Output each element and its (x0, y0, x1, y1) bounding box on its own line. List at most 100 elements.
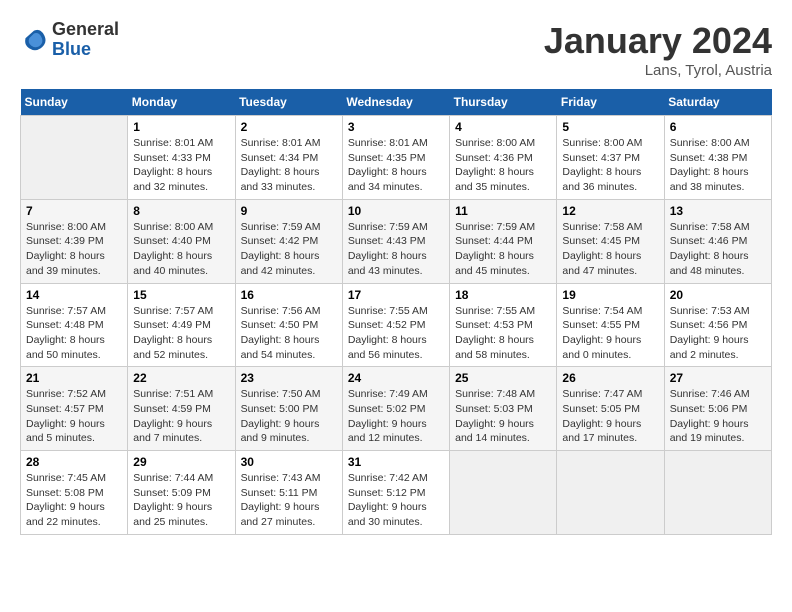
calendar-cell: 17 Sunrise: 7:55 AM Sunset: 4:52 PM Dayli… (342, 283, 449, 367)
day-number: 19 (562, 288, 658, 302)
logo-text: General Blue (52, 20, 119, 60)
day-info: Sunrise: 7:53 AM Sunset: 4:56 PM Dayligh… (670, 304, 766, 363)
header-row: SundayMondayTuesdayWednesdayThursdayFrid… (21, 89, 772, 116)
calendar-cell: 25 Sunrise: 7:48 AM Sunset: 5:03 PM Dayli… (450, 367, 557, 451)
calendar-cell (557, 451, 664, 535)
day-number: 20 (670, 288, 766, 302)
day-number: 21 (26, 371, 122, 385)
calendar-cell: 28Sunrise: 7:45 AM Sunset: 5:08 PM Dayli… (21, 451, 128, 535)
logo: General Blue (20, 20, 119, 60)
calendar-header: SundayMondayTuesdayWednesdayThursdayFrid… (21, 89, 772, 116)
calendar-cell: 31 Sunrise: 7:42 AM Sunset: 5:12 PM Dayli… (342, 451, 449, 535)
header-cell-friday: Friday (557, 89, 664, 116)
day-info: Sunrise: 8:00 AM Sunset: 4:38 PM Dayligh… (670, 136, 766, 195)
calendar-cell: 5 Sunrise: 8:00 AM Sunset: 4:37 PM Daylig… (557, 116, 664, 200)
location: Lans, Tyrol, Austria (544, 62, 772, 79)
day-info: Sunrise: 7:54 AM Sunset: 4:55 PM Dayligh… (562, 304, 658, 363)
calendar-cell: 4 Sunrise: 8:00 AM Sunset: 4:36 PM Daylig… (450, 116, 557, 200)
day-number: 28 (26, 455, 122, 469)
calendar-cell: 23 Sunrise: 7:50 AM Sunset: 5:00 PM Dayli… (235, 367, 342, 451)
header-cell-wednesday: Wednesday (342, 89, 449, 116)
day-number: 16 (241, 288, 337, 302)
title-block: January 2024 Lans, Tyrol, Austria (544, 20, 772, 79)
calendar-cell (21, 116, 128, 200)
day-info: Sunrise: 7:59 AM Sunset: 4:44 PM Dayligh… (455, 220, 551, 279)
header-cell-saturday: Saturday (664, 89, 771, 116)
calendar-cell: 8Sunrise: 8:00 AM Sunset: 4:40 PM Daylig… (128, 199, 235, 283)
logo-general: General (52, 20, 119, 40)
calendar-body: 1Sunrise: 8:01 AM Sunset: 4:33 PM Daylig… (21, 116, 772, 535)
calendar-cell: 22Sunrise: 7:51 AM Sunset: 4:59 PM Dayli… (128, 367, 235, 451)
day-number: 23 (241, 371, 337, 385)
calendar-table: SundayMondayTuesdayWednesdayThursdayFrid… (20, 89, 772, 535)
logo-blue: Blue (52, 40, 119, 60)
calendar-cell: 9 Sunrise: 7:59 AM Sunset: 4:42 PM Daylig… (235, 199, 342, 283)
day-number: 7 (26, 204, 122, 218)
calendar-cell: 21 Sunrise: 7:52 AM Sunset: 4:57 PM Dayli… (21, 367, 128, 451)
calendar-cell: 19 Sunrise: 7:54 AM Sunset: 4:55 PM Dayli… (557, 283, 664, 367)
day-info: Sunrise: 7:46 AM Sunset: 5:06 PM Dayligh… (670, 387, 766, 446)
day-info: Sunrise: 7:59 AM Sunset: 4:42 PM Dayligh… (241, 220, 337, 279)
day-info: Sunrise: 7:58 AM Sunset: 4:45 PM Dayligh… (562, 220, 658, 279)
day-number: 17 (348, 288, 444, 302)
logo-icon (20, 26, 48, 54)
day-number: 4 (455, 120, 551, 134)
calendar-cell: 2 Sunrise: 8:01 AM Sunset: 4:34 PM Daylig… (235, 116, 342, 200)
day-number: 29 (133, 455, 229, 469)
calendar-cell: 15Sunrise: 7:57 AM Sunset: 4:49 PM Dayli… (128, 283, 235, 367)
day-number: 14 (26, 288, 122, 302)
day-info: Sunrise: 7:55 AM Sunset: 4:52 PM Dayligh… (348, 304, 444, 363)
calendar-cell: 18Sunrise: 7:55 AM Sunset: 4:53 PM Dayli… (450, 283, 557, 367)
calendar-cell (450, 451, 557, 535)
day-info: Sunrise: 7:50 AM Sunset: 5:00 PM Dayligh… (241, 387, 337, 446)
header-cell-thursday: Thursday (450, 89, 557, 116)
calendar-week-5: 28Sunrise: 7:45 AM Sunset: 5:08 PM Dayli… (21, 451, 772, 535)
day-number: 11 (455, 204, 551, 218)
calendar-cell: 14 Sunrise: 7:57 AM Sunset: 4:48 PM Dayli… (21, 283, 128, 367)
day-info: Sunrise: 8:01 AM Sunset: 4:35 PM Dayligh… (348, 136, 444, 195)
day-info: Sunrise: 7:51 AM Sunset: 4:59 PM Dayligh… (133, 387, 229, 446)
calendar-cell: 29 Sunrise: 7:44 AM Sunset: 5:09 PM Dayli… (128, 451, 235, 535)
day-info: Sunrise: 7:57 AM Sunset: 4:48 PM Dayligh… (26, 304, 122, 363)
day-number: 25 (455, 371, 551, 385)
calendar-week-4: 21 Sunrise: 7:52 AM Sunset: 4:57 PM Dayli… (21, 367, 772, 451)
day-number: 13 (670, 204, 766, 218)
day-number: 26 (562, 371, 658, 385)
header-cell-monday: Monday (128, 89, 235, 116)
day-info: Sunrise: 8:01 AM Sunset: 4:33 PM Dayligh… (133, 136, 229, 195)
calendar-cell: 10Sunrise: 7:59 AM Sunset: 4:43 PM Dayli… (342, 199, 449, 283)
calendar-cell: 6 Sunrise: 8:00 AM Sunset: 4:38 PM Daylig… (664, 116, 771, 200)
calendar-cell: 16Sunrise: 7:56 AM Sunset: 4:50 PM Dayli… (235, 283, 342, 367)
day-info: Sunrise: 8:01 AM Sunset: 4:34 PM Dayligh… (241, 136, 337, 195)
calendar-cell: 20 Sunrise: 7:53 AM Sunset: 4:56 PM Dayli… (664, 283, 771, 367)
day-number: 6 (670, 120, 766, 134)
day-info: Sunrise: 8:00 AM Sunset: 4:40 PM Dayligh… (133, 220, 229, 279)
day-info: Sunrise: 7:58 AM Sunset: 4:46 PM Dayligh… (670, 220, 766, 279)
day-info: Sunrise: 7:52 AM Sunset: 4:57 PM Dayligh… (26, 387, 122, 446)
day-info: Sunrise: 7:43 AM Sunset: 5:11 PM Dayligh… (241, 471, 337, 530)
day-number: 18 (455, 288, 551, 302)
day-number: 5 (562, 120, 658, 134)
day-number: 9 (241, 204, 337, 218)
calendar-week-1: 1Sunrise: 8:01 AM Sunset: 4:33 PM Daylig… (21, 116, 772, 200)
day-number: 27 (670, 371, 766, 385)
calendar-week-3: 14 Sunrise: 7:57 AM Sunset: 4:48 PM Dayli… (21, 283, 772, 367)
day-info: Sunrise: 7:49 AM Sunset: 5:02 PM Dayligh… (348, 387, 444, 446)
page-header: General Blue January 2024 Lans, Tyrol, A… (20, 20, 772, 79)
day-info: Sunrise: 8:00 AM Sunset: 4:36 PM Dayligh… (455, 136, 551, 195)
day-number: 30 (241, 455, 337, 469)
day-info: Sunrise: 8:00 AM Sunset: 4:37 PM Dayligh… (562, 136, 658, 195)
day-number: 31 (348, 455, 444, 469)
day-number: 3 (348, 120, 444, 134)
calendar-cell: 12Sunrise: 7:58 AM Sunset: 4:45 PM Dayli… (557, 199, 664, 283)
day-info: Sunrise: 7:44 AM Sunset: 5:09 PM Dayligh… (133, 471, 229, 530)
day-number: 24 (348, 371, 444, 385)
day-number: 15 (133, 288, 229, 302)
calendar-cell (664, 451, 771, 535)
day-info: Sunrise: 7:42 AM Sunset: 5:12 PM Dayligh… (348, 471, 444, 530)
month-title: January 2024 (544, 20, 772, 62)
day-info: Sunrise: 7:48 AM Sunset: 5:03 PM Dayligh… (455, 387, 551, 446)
calendar-cell: 26Sunrise: 7:47 AM Sunset: 5:05 PM Dayli… (557, 367, 664, 451)
day-number: 2 (241, 120, 337, 134)
calendar-cell: 7Sunrise: 8:00 AM Sunset: 4:39 PM Daylig… (21, 199, 128, 283)
